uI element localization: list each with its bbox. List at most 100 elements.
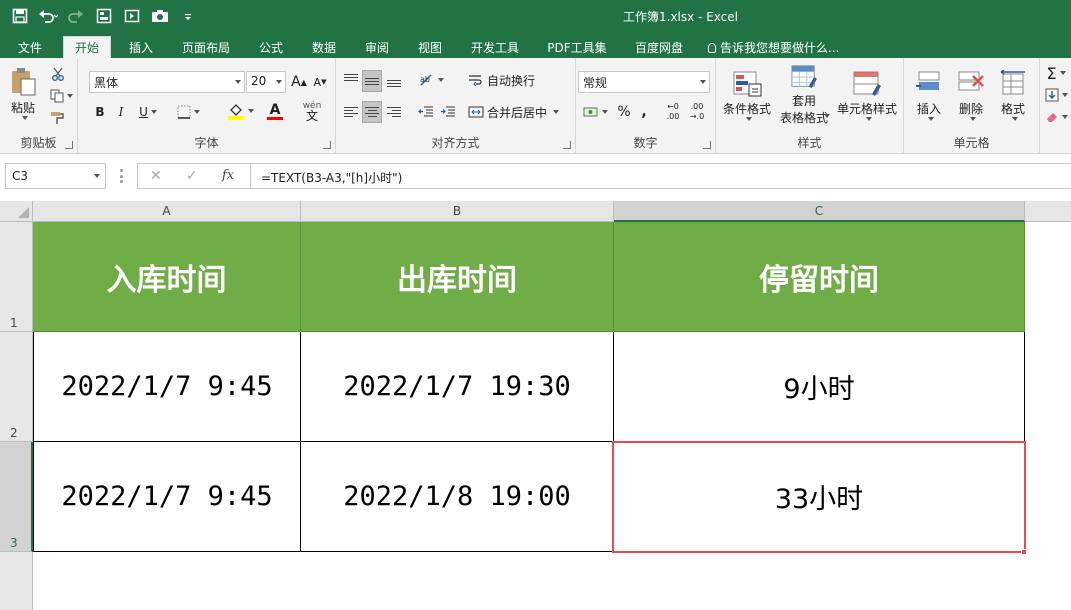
row-header-2[interactable]: 2: [0, 332, 33, 442]
fill-handle[interactable]: [1021, 549, 1027, 555]
alignment-launcher-icon[interactable]: [563, 141, 571, 149]
merge-center-button[interactable]: 合并后居中: [468, 102, 568, 122]
autosum-button[interactable]: Σ: [1044, 64, 1068, 83]
row-header-3[interactable]: 3: [0, 442, 33, 552]
row-header-1[interactable]: 1: [0, 222, 33, 332]
tab-insert[interactable]: 插入: [123, 37, 159, 58]
increase-indent-icon: [441, 106, 455, 117]
borders-button[interactable]: [170, 102, 206, 122]
number-launcher-icon[interactable]: [703, 141, 711, 149]
conditional-formatting-button[interactable]: 条件格式: [718, 64, 776, 126]
styles-group-label: 样式: [797, 136, 822, 150]
delete-cells-button[interactable]: 删除: [952, 64, 990, 126]
number-group-label: 数字: [633, 136, 658, 150]
font-color-button[interactable]: A: [258, 100, 292, 122]
underline-button[interactable]: U: [134, 102, 162, 122]
tab-formulas[interactable]: 公式: [253, 37, 289, 58]
column-header-c[interactable]: C: [614, 201, 1025, 222]
cell-c1[interactable]: 停留时间: [614, 222, 1025, 332]
tell-me-box[interactable]: 告诉我您想要做什么...: [708, 37, 858, 58]
cell-c2[interactable]: 9小时: [614, 332, 1025, 442]
fill-arrow: [1061, 93, 1068, 97]
wrap-text-button[interactable]: 自动换行: [468, 70, 548, 90]
align-center-button[interactable]: [362, 101, 382, 123]
copy-icon: [50, 89, 63, 103]
tab-baidu-netdisk[interactable]: 百度网盘: [629, 37, 689, 58]
tab-page-layout[interactable]: 页面布局: [178, 37, 234, 58]
paste-icon: [12, 67, 36, 95]
accounting-format-button[interactable]: [578, 101, 612, 123]
decrease-decimal-button[interactable]: .00 →.0: [686, 100, 708, 124]
formula-controls: ✕ ✓ fx: [137, 163, 250, 189]
comma-button[interactable]: ,: [636, 101, 652, 123]
format-painter-button[interactable]: [46, 108, 70, 128]
font-size-arrow: [276, 80, 282, 84]
number-format-arrow: [700, 80, 706, 84]
align-bottom-button[interactable]: [384, 70, 404, 90]
cell-styles-button[interactable]: 单元格样式: [834, 64, 900, 126]
merge-center-icon: [468, 106, 484, 118]
accounting-icon: [583, 107, 597, 117]
clear-button[interactable]: [1044, 108, 1068, 126]
formula-bar-grip-icon[interactable]: [120, 169, 124, 183]
cell-b3[interactable]: 2022/1/8 19:00: [301, 442, 614, 552]
fill-button[interactable]: [1044, 86, 1068, 104]
format-cells-button[interactable]: 格式: [994, 64, 1032, 126]
decrease-indent-button[interactable]: [416, 102, 436, 122]
phonetic-button[interactable]: wén 文: [298, 98, 326, 124]
insert-function-icon[interactable]: fx: [222, 168, 234, 183]
cell-b2[interactable]: 2022/1/7 19:30: [301, 332, 614, 442]
number-format-dropdown[interactable]: 常规: [578, 71, 710, 93]
select-all-button[interactable]: [0, 201, 33, 222]
window-title: 工作簿1.xlsx - Excel: [623, 10, 738, 24]
grow-font-button[interactable]: A ▲: [290, 71, 308, 93]
align-left-button[interactable]: [341, 102, 361, 122]
tab-review[interactable]: 审阅: [359, 37, 395, 58]
align-top-button[interactable]: [341, 70, 361, 90]
column-header-b[interactable]: B: [301, 201, 614, 222]
font-size-dropdown[interactable]: 20: [246, 71, 286, 93]
increase-indent-button[interactable]: [438, 102, 458, 122]
italic-button[interactable]: I: [112, 102, 130, 122]
tab-data[interactable]: 数据: [306, 37, 342, 58]
bold-button[interactable]: B: [91, 102, 109, 122]
increase-decimal-button[interactable]: ←0.00: [662, 100, 684, 124]
tab-file[interactable]: 文件: [14, 37, 46, 58]
ribbon: 粘贴 剪贴板 黑体 20 A ▲ A ▼ B I U A wén 文 字体 ab…: [0, 58, 1071, 154]
cell-a1[interactable]: 入库时间: [33, 222, 301, 332]
shrink-font-button[interactable]: A ▼: [311, 71, 329, 93]
column-header-a[interactable]: A: [33, 201, 301, 222]
clipboard-launcher-icon[interactable]: [65, 141, 73, 149]
tab-pdf-tools[interactable]: PDF工具集: [543, 37, 611, 58]
insert-cells-button[interactable]: 插入: [910, 64, 948, 126]
cancel-icon[interactable]: ✕: [150, 168, 162, 184]
align-right-button[interactable]: [384, 102, 404, 122]
tab-view[interactable]: 视图: [412, 37, 448, 58]
format-as-table-button[interactable]: 套用 表格格式: [778, 64, 830, 126]
cell-c3[interactable]: 33小时: [614, 442, 1025, 552]
formula-input[interactable]: =TEXT(B3-A3,"[h]小时"): [250, 163, 1071, 189]
fill-color-button[interactable]: [222, 100, 258, 122]
orientation-button[interactable]: ab: [416, 70, 446, 90]
percent-button[interactable]: %: [615, 101, 633, 123]
name-box[interactable]: C3: [5, 163, 106, 189]
enter-icon[interactable]: ✓: [186, 168, 198, 184]
cell-a2[interactable]: 2022/1/7 9:45: [33, 332, 301, 442]
insert-cells-icon: [916, 71, 940, 90]
cell-styles-arrow: [865, 116, 872, 121]
align-middle-button[interactable]: [362, 70, 382, 92]
paste-button[interactable]: 粘贴: [6, 64, 40, 122]
cut-button[interactable]: [46, 64, 70, 84]
font-launcher-icon[interactable]: [323, 141, 331, 149]
cell-a3[interactable]: 2022/1/7 9:45: [33, 442, 301, 552]
copy-button[interactable]: [46, 86, 76, 106]
wrap-text-icon: [469, 75, 482, 87]
font-name-dropdown[interactable]: 黑体: [89, 71, 245, 93]
column-header-d[interactable]: [1025, 201, 1071, 222]
fill-down-icon: [1045, 88, 1058, 102]
cell-b1[interactable]: 出库时间: [301, 222, 614, 332]
tab-developer[interactable]: 开发工具: [465, 37, 525, 58]
decrease-indent-icon: [418, 106, 433, 117]
delete-cells-arrow: [969, 116, 976, 121]
tab-home[interactable]: 开始: [63, 36, 111, 58]
